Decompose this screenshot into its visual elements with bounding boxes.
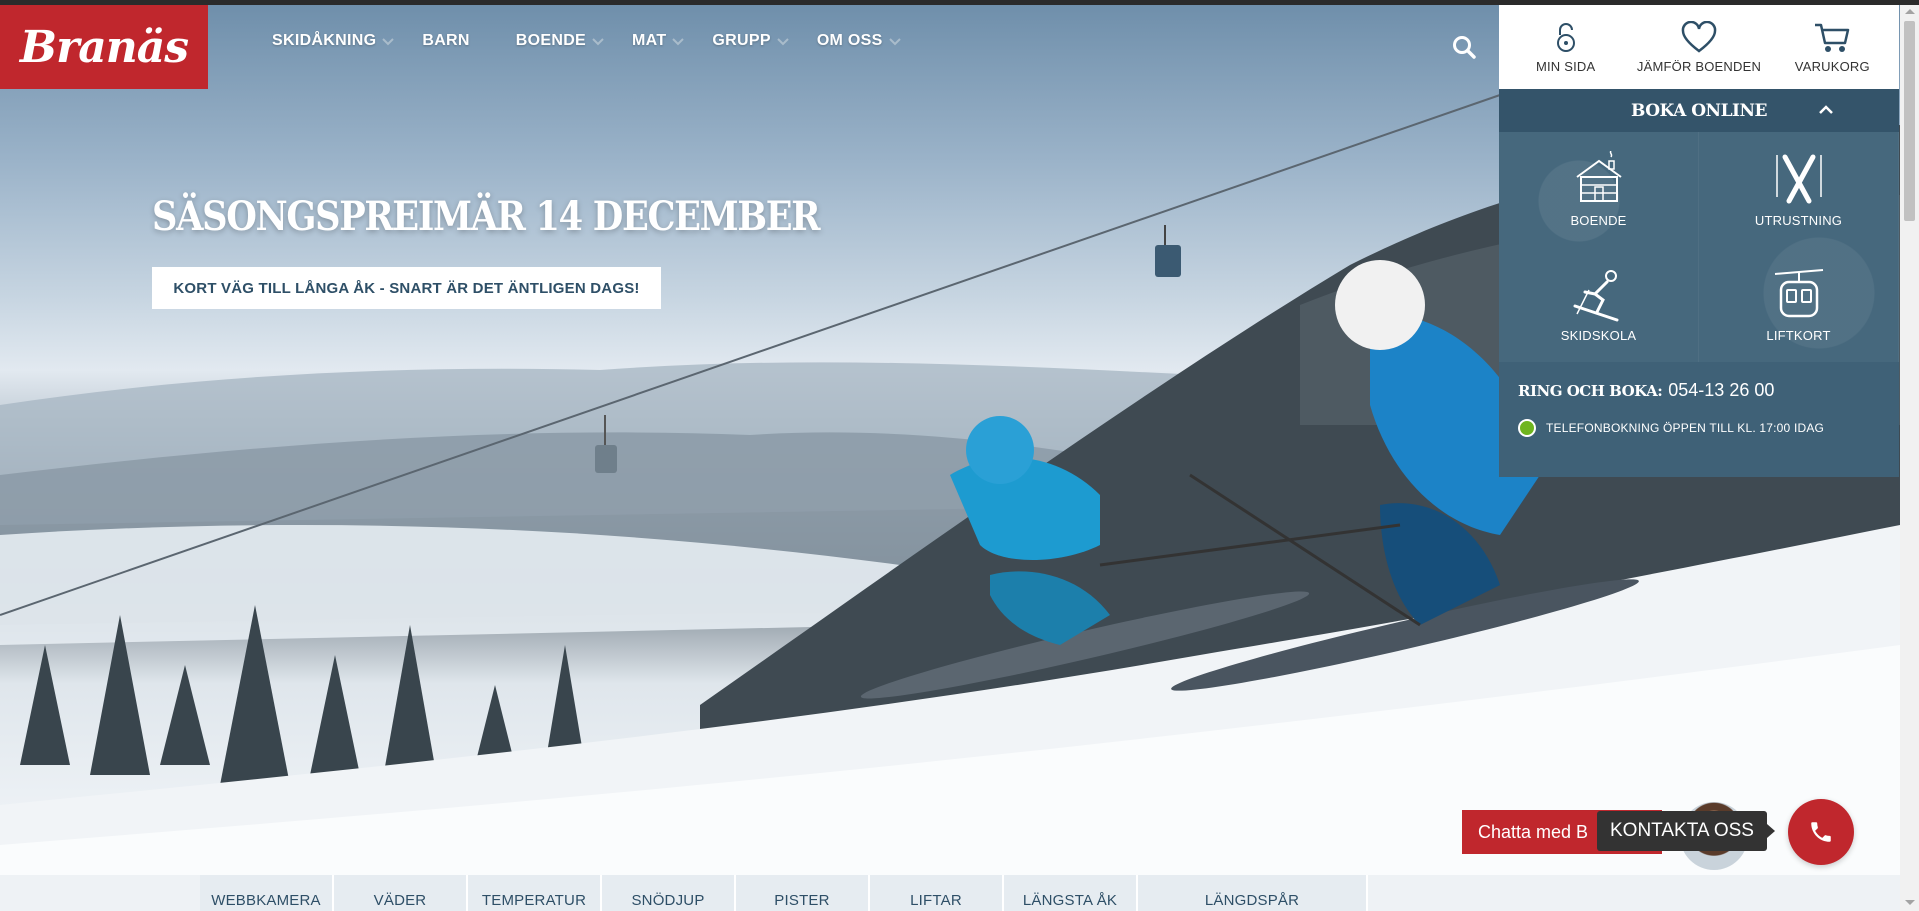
nav-item-mat[interactable]: MAT bbox=[632, 32, 686, 50]
search-icon[interactable] bbox=[1451, 34, 1477, 60]
page-scrollbar[interactable] bbox=[1900, 5, 1919, 911]
booking-title: BOKA ONLINE bbox=[1631, 100, 1767, 121]
booking-tile-ski-school[interactable]: SKIDSKOLA bbox=[1499, 247, 1699, 362]
booking-panel-header[interactable]: BOKA ONLINE bbox=[1499, 89, 1899, 132]
cart-link[interactable]: VARUKORG bbox=[1766, 5, 1899, 89]
chevron-up-icon[interactable] bbox=[1817, 101, 1835, 119]
main-nav: SKIDÅKNING BARN BOENDE MAT GRUPP OM OSS bbox=[272, 32, 929, 50]
gondola-icon bbox=[1774, 269, 1823, 318]
nav-item-skidakning[interactable]: SKIDÅKNING bbox=[272, 32, 396, 50]
nav-item-label: SKIDÅKNING bbox=[272, 32, 377, 49]
call-to-book: RING OCH BOKA: 054-13 26 00 bbox=[1499, 362, 1899, 401]
chevron-down-icon bbox=[777, 38, 789, 46]
scroll-down-arrow[interactable] bbox=[1905, 900, 1915, 905]
booking-tile-label: LIFTKORT bbox=[1766, 328, 1831, 343]
my-page-label: MIN SIDA bbox=[1535, 58, 1596, 74]
call-label: RING OCH BOKA: bbox=[1518, 382, 1663, 400]
hero-title: SÄSONGSPREIMÄR 14 DECEMBER bbox=[152, 193, 821, 240]
tab-lifts[interactable]: LIFTAR bbox=[870, 875, 1004, 911]
nav-item-label: MAT bbox=[632, 32, 667, 49]
skier-icon bbox=[1573, 270, 1618, 322]
call-button[interactable] bbox=[1788, 799, 1854, 865]
status-indicator bbox=[1518, 419, 1536, 437]
booking-tile-label: SKIDSKOLA bbox=[1560, 328, 1637, 343]
hero-cta-button[interactable]: KORT VÄG TILL LÅNGA ÅK - SNART ÄR DET ÄN… bbox=[152, 267, 661, 309]
booking-tile-accommodation[interactable]: BOENDE bbox=[1499, 132, 1699, 247]
nav-item-grupp[interactable]: GRUPP bbox=[712, 32, 790, 50]
status-text: TELEFONBOKNING ÖPPEN TILL KL. 17:00 IDAG bbox=[1546, 421, 1825, 435]
tab-snow-depth[interactable]: SNÖDJUP bbox=[602, 875, 736, 911]
compare-accommodation-link[interactable]: JÄMFÖR BOENDEN bbox=[1632, 5, 1765, 89]
cart-icon bbox=[1815, 23, 1850, 52]
skis-icon bbox=[1775, 154, 1822, 204]
phone-booking-status: TELEFONBOKNING ÖPPEN TILL KL. 17:00 IDAG bbox=[1499, 401, 1899, 455]
cart-label: VARUKORG bbox=[1794, 58, 1870, 74]
nav-item-label: BARN bbox=[422, 32, 470, 49]
my-page-link[interactable]: MIN SIDA bbox=[1499, 5, 1632, 89]
tab-longest-run[interactable]: LÄNGSTA ÅK bbox=[1004, 875, 1138, 911]
nav-item-label: GRUPP bbox=[712, 32, 771, 49]
tab-weather[interactable]: VÄDER bbox=[334, 875, 468, 911]
compare-label: JÄMFÖR BOENDEN bbox=[1636, 58, 1762, 74]
chevron-down-icon bbox=[672, 38, 685, 46]
chevron-down-icon bbox=[592, 38, 604, 46]
tab-webcam[interactable]: WEBBKAMERA bbox=[200, 875, 334, 911]
phone-number[interactable]: 054-13 26 00 bbox=[1668, 380, 1774, 401]
chevron-down-icon bbox=[888, 38, 901, 46]
logo-text: Branäs bbox=[19, 21, 189, 73]
nav-item-label: OM OSS bbox=[816, 32, 883, 49]
scroll-thumb[interactable] bbox=[1904, 21, 1915, 221]
nav-item-barn[interactable]: BARN bbox=[422, 32, 469, 50]
tab-temperature[interactable]: TEMPERATUR bbox=[468, 875, 602, 911]
contact-tooltip[interactable]: KONTAKTA OSS bbox=[1597, 811, 1775, 851]
tab-slopes[interactable]: PISTER bbox=[736, 875, 870, 911]
phone-icon bbox=[1811, 822, 1831, 842]
booking-tile-equipment[interactable]: UTRUSTNING bbox=[1699, 132, 1899, 247]
nav-item-label: BOENDE bbox=[515, 32, 587, 49]
booking-tile-lift-pass[interactable]: LIFTKORT bbox=[1699, 247, 1899, 362]
booking-panel: BOKA ONLINE BOENDE UTRUSTNING SKIDSKOLA … bbox=[1499, 89, 1899, 477]
scroll-up-arrow[interactable] bbox=[1905, 9, 1915, 14]
nav-item-om-oss[interactable]: OM OSS bbox=[817, 32, 903, 50]
booking-tile-label: BOENDE bbox=[1570, 213, 1627, 228]
lock-icon bbox=[1556, 22, 1575, 52]
tab-cross-country[interactable]: LÄNGDSPÅR bbox=[1138, 875, 1368, 911]
nav-item-boende[interactable]: BOENDE bbox=[516, 32, 606, 50]
utility-bar: MIN SIDA JÄMFÖR BOENDEN VARUKORG bbox=[1499, 5, 1899, 89]
cabin-icon bbox=[1575, 151, 1622, 202]
heart-icon bbox=[1681, 20, 1717, 53]
site-logo[interactable]: Branäs bbox=[0, 5, 208, 89]
chevron-down-icon bbox=[382, 38, 395, 46]
booking-tile-label: UTRUSTNING bbox=[1754, 213, 1843, 228]
booking-tiles: BOENDE UTRUSTNING SKIDSKOLA LIFTKORT bbox=[1499, 132, 1899, 362]
